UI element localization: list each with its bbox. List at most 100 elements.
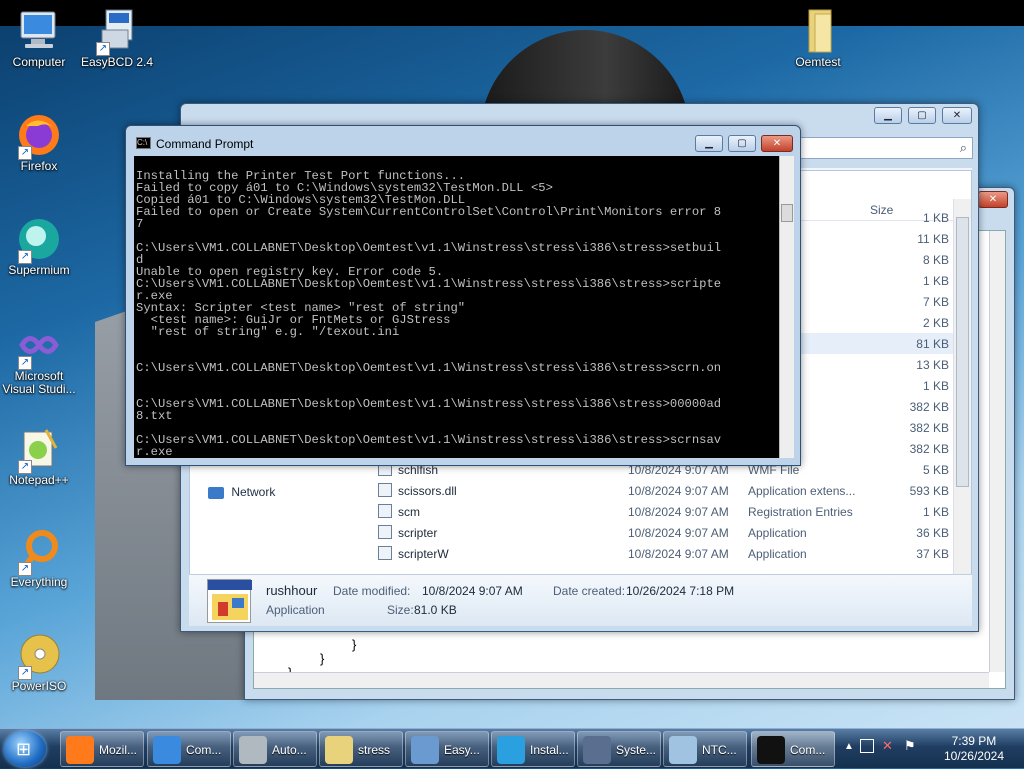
file-row[interactable]: scm 10/8/2024 9:07 AM Registration Entries…: [360, 501, 953, 522]
network-status-icon[interactable]: [860, 739, 874, 753]
file-size: 382 KB: [909, 442, 949, 456]
desktop-icon-label: EasyBCD 2.4: [80, 55, 154, 69]
file-icon: [378, 483, 392, 497]
file-size: 5 KB: [922, 463, 949, 477]
taskbar-button[interactable]: Com...: [147, 731, 231, 767]
easybcd-icon: [411, 736, 439, 764]
desktop-icon-computer[interactable]: Computer: [1, 8, 77, 69]
volume-muted-icon[interactable]: ✕: [882, 738, 893, 754]
minimize-button[interactable]: ▁: [695, 135, 723, 152]
taskbar-button[interactable]: Instal...: [491, 731, 575, 767]
maximize-button[interactable]: ▢: [728, 135, 756, 152]
poweriso-icon: ↗: [16, 632, 62, 680]
file-size: 36 KB: [916, 526, 949, 540]
file-icon: [378, 525, 392, 539]
file-icon: [378, 546, 392, 560]
clock-date: 10/26/2024: [943, 749, 1004, 763]
details-created-label: Date created:: [553, 584, 626, 598]
firefox-icon: ↗: [16, 112, 62, 160]
desktop-icon-visual-studio[interactable]: ↗ Microsoft Visual Studi...: [1, 322, 77, 396]
window-title: Command Prompt: [156, 137, 254, 151]
desktop-icon-label: Oemtest: [795, 55, 841, 69]
computer-icon: [16, 8, 62, 54]
desktop-icon-label: PowerISO: [11, 679, 67, 693]
taskbar-button-label: Syste...: [616, 743, 657, 757]
file-size: 81 KB: [916, 337, 949, 351]
close-button[interactable]: ✕: [942, 107, 972, 124]
console-output-area[interactable]: Installing the Printer Test Port functio…: [134, 156, 779, 458]
network-icon: [208, 486, 224, 499]
windows-logo-icon: ⊞: [16, 739, 32, 759]
desktop-icon-poweriso[interactable]: ↗ PowerISO: [1, 632, 77, 693]
start-button[interactable]: ⊞: [4, 731, 46, 767]
nav-item-network[interactable]: Network: [208, 485, 275, 499]
close-button[interactable]: ✕: [978, 191, 1008, 208]
scrollbar-thumb[interactable]: [956, 217, 969, 487]
minimize-button[interactable]: ▁: [874, 107, 902, 124]
clock[interactable]: 7:39 PM 10/26/2024: [944, 734, 1004, 764]
scrollbar-thumb[interactable]: [781, 204, 793, 222]
desktop-icon-firefox[interactable]: ↗ Firefox: [1, 112, 77, 173]
desktop-icon-label: Firefox: [20, 159, 58, 173]
desktop-icon-supermium[interactable]: ↗ Supermium: [1, 216, 77, 277]
file-type: Registration Entries: [748, 505, 853, 519]
desktop-icon-label: Computer: [12, 55, 66, 69]
show-hidden-icons-icon[interactable]: ▲: [844, 741, 854, 752]
action-center-flag-icon[interactable]: ⚑: [904, 738, 916, 754]
file-size: 1 KB: [922, 379, 949, 393]
file-date-modified: 10/8/2024 9:07 AM: [628, 505, 729, 519]
taskbar-button[interactable]: Syste...: [577, 731, 661, 767]
details-size-value: 81.0 KB: [414, 603, 457, 617]
file-type: Application: [748, 526, 807, 540]
desktop-icon-label: Everything: [10, 575, 68, 589]
vertical-scrollbar[interactable]: [779, 156, 794, 458]
file-size: 1 KB: [922, 211, 949, 225]
desktop-icon-everything[interactable]: ↗ Everything: [1, 528, 77, 589]
desktop-icon-notepadpp[interactable]: ↗ Notepad++: [1, 426, 77, 487]
desktop-icon-label: Notepad++: [9, 473, 69, 487]
details-kind: Application: [266, 603, 325, 617]
file-date-modified: 10/8/2024 9:07 AM: [628, 526, 729, 540]
console-text: Installing the Printer Test Port functio…: [136, 169, 722, 458]
details-pane: rushhour Application Date modified: 10/8…: [189, 574, 972, 626]
file-row[interactable]: scripterW 10/8/2024 9:07 AM Application 37 …: [360, 543, 953, 564]
horizontal-scrollbar[interactable]: [254, 672, 989, 688]
vertical-scrollbar[interactable]: [989, 231, 1005, 672]
vertical-scrollbar[interactable]: [953, 199, 971, 576]
easybcd-icon: ↗: [94, 8, 140, 56]
taskbar-button-label: Com...: [186, 743, 222, 757]
taskbar-button[interactable]: stress: [319, 731, 403, 767]
visual-studio-icon: ↗: [16, 322, 62, 370]
file-name: scripter: [398, 526, 438, 540]
shortcut-arrow-icon: ↗: [18, 562, 32, 576]
search-input[interactable]: ⌕: [793, 137, 973, 159]
file-size: 8 KB: [922, 253, 949, 267]
file-row[interactable]: scissors.dll 10/8/2024 9:07 AM Application…: [360, 480, 953, 501]
taskbar-button[interactable]: Auto...: [233, 731, 317, 767]
file-size: 1 KB: [922, 274, 949, 288]
details-name: rushhour: [266, 583, 318, 598]
code-line: }: [352, 637, 357, 652]
file-row[interactable]: scripter 10/8/2024 9:07 AM Application 36 K…: [360, 522, 953, 543]
ntc-icon: [669, 736, 697, 764]
taskbar-button-label: Easy...: [444, 743, 480, 757]
taskbar-button[interactable]: NTC...: [663, 731, 747, 767]
command-prompt-icon: C:\: [136, 137, 151, 149]
file-name: scripterW: [398, 547, 449, 561]
file-size: 2 KB: [922, 316, 949, 330]
desktop-icon-oemtest[interactable]: Oemtest: [780, 8, 856, 69]
taskbar-button[interactable]: Com...: [751, 731, 835, 767]
command-prompt-icon: [757, 736, 785, 764]
desktop-icon-easybcd[interactable]: ↗ EasyBCD 2.4: [79, 8, 155, 69]
file-size: 11 KB: [917, 232, 949, 246]
command-prompt-window[interactable]: C:\ Command Prompt ▁ ▢ ✕ Installing the …: [125, 125, 801, 466]
taskbar-button[interactable]: Easy...: [405, 731, 489, 767]
folder-icon: [325, 736, 353, 764]
computer-icon: [153, 736, 181, 764]
shortcut-arrow-icon: ↗: [96, 42, 110, 56]
close-button[interactable]: ✕: [761, 135, 793, 152]
maximize-button[interactable]: ▢: [908, 107, 936, 124]
taskbar-button[interactable]: Mozil...: [60, 731, 144, 767]
file-icon: [378, 504, 392, 518]
taskbar: ⊞ Mozil... Com... Auto... stress Easy... Inst…: [0, 728, 1024, 768]
